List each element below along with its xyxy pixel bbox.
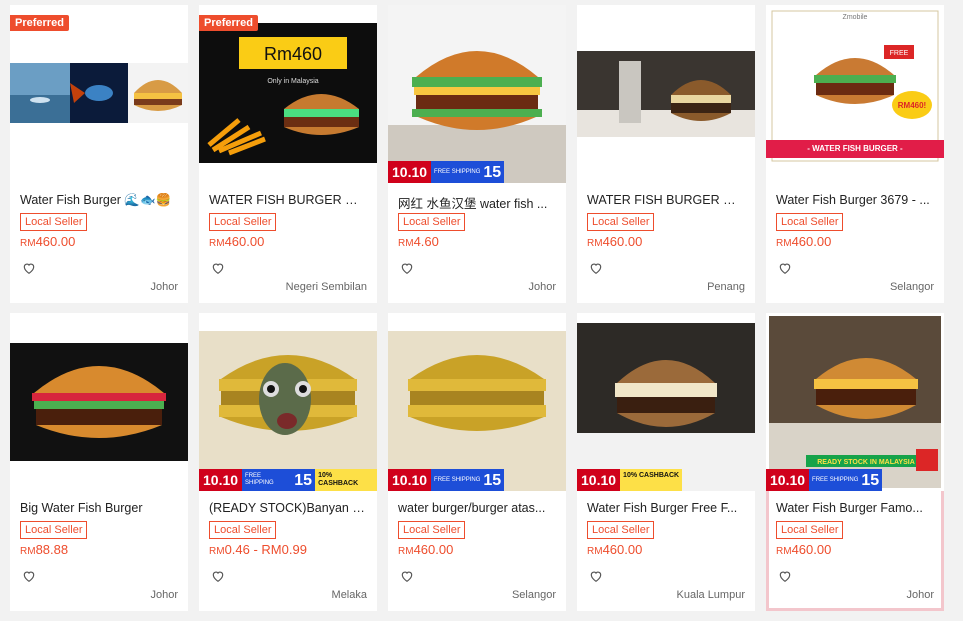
local-seller-tag: Local Seller	[398, 213, 466, 231]
product-card[interactable]: WATER FISH BURGER 💧 ... Local Seller RM4…	[577, 5, 755, 303]
svg-text:Only in Malaysia: Only in Malaysia	[267, 78, 318, 85]
product-name[interactable]: 网红 水鱼汉堡 water fish ...	[398, 193, 558, 212]
product-card[interactable]: Big Water Fish Burger Local Seller RM88.…	[10, 313, 188, 611]
heart-icon[interactable]	[400, 569, 414, 583]
local-seller-tag: Local Seller	[587, 521, 655, 539]
local-seller-tag: Local Seller	[587, 213, 655, 231]
product-card[interactable]: Zmobile FREE RM460! - WATER FISH BURGER …	[766, 5, 944, 303]
heart-icon[interactable]	[211, 569, 225, 583]
local-seller-tag: Local Seller	[398, 521, 466, 539]
product-card[interactable]: Rm460 Only in Malaysia Preferred WATER F…	[199, 5, 377, 303]
product-card[interactable]: Preferred Water Fish Burger 🌊🐟🍔 Local Se…	[10, 5, 188, 303]
product-location: Johor	[150, 281, 178, 293]
product-location: Melaka	[331, 589, 367, 601]
heart-icon[interactable]	[589, 261, 603, 275]
product-location: Penang	[707, 281, 745, 293]
svg-text:READY STOCK IN MALAYSIA: READY STOCK IN MALAYSIA	[817, 459, 915, 466]
product-image	[577, 313, 755, 491]
local-seller-tag: Local Seller	[209, 213, 277, 231]
product-name[interactable]: Big Water Fish Burger	[20, 501, 180, 515]
promo-banner: 10.10 FREE SHIPPING 15	[388, 469, 505, 491]
svg-text:RM460!: RM460!	[898, 101, 926, 110]
product-name[interactable]: Water Fish Burger Famo...	[776, 501, 936, 515]
local-seller-tag: Local Seller	[20, 521, 88, 539]
svg-text:Zmobile: Zmobile	[843, 14, 868, 21]
product-location: Johor	[906, 589, 934, 601]
promo-banner: 10.10 FREE SHIPPING 15 10% CASHBACK	[199, 469, 377, 491]
local-seller-tag: Local Seller	[20, 213, 88, 231]
product-price: RM460.00	[776, 542, 832, 557]
product-name[interactable]: Water Fish Burger 🌊🐟🍔	[20, 193, 180, 208]
preferred-badge: Preferred	[199, 15, 258, 31]
heart-icon[interactable]	[778, 261, 792, 275]
product-image: Rm460 Only in Malaysia	[199, 5, 377, 183]
product-card[interactable]: 10.10 FREE SHIPPING 15 water burger/burge…	[388, 313, 566, 611]
product-card[interactable]: READY STOCK IN MALAYSIA 10.10 FREE SHIPP…	[766, 313, 944, 611]
product-image	[199, 313, 377, 491]
heart-icon[interactable]	[400, 261, 414, 275]
product-card[interactable]: 10.10 FREE SHIPPING 15 网红 水鱼汉堡 water fish…	[388, 5, 566, 303]
product-name[interactable]: (READY STOCK)Banyan L...	[209, 501, 369, 515]
product-name[interactable]: WATER FISH BURGER 🍔 ...	[209, 193, 369, 208]
product-price: RM460.00	[209, 234, 265, 249]
product-price: RM460.00	[587, 234, 643, 249]
product-location: Selangor	[889, 281, 934, 293]
promo-banner: 10.10 10% CASHBACK	[577, 469, 683, 491]
heart-icon[interactable]	[778, 569, 792, 583]
product-card[interactable]: 10.10 10% CASHBACK Water Fish Burger Fre…	[577, 313, 755, 611]
local-seller-tag: Local Seller	[209, 521, 277, 539]
heart-icon[interactable]	[22, 261, 36, 275]
product-price: RM460.00	[398, 542, 454, 557]
product-image	[388, 313, 566, 491]
product-price: RM0.46 - RM0.99	[209, 542, 307, 557]
product-name[interactable]: Water Fish Burger 3679 - ...	[776, 193, 936, 207]
product-price: RM460.00	[587, 542, 643, 557]
product-image	[10, 313, 188, 491]
product-price: RM88.88	[20, 542, 69, 557]
product-price: RM4.60	[398, 234, 439, 249]
product-location: Negeri Sembilan	[285, 281, 367, 293]
product-name[interactable]: Water Fish Burger Free F...	[587, 501, 747, 515]
promo-banner: 10.10 FREE SHIPPING 15	[766, 469, 883, 491]
product-location: Kuala Lumpur	[676, 589, 746, 601]
product-price: RM460.00	[20, 234, 76, 249]
local-seller-tag: Local Seller	[776, 213, 844, 231]
image-price-text: Rm460	[264, 44, 322, 64]
svg-text:FREE: FREE	[890, 50, 909, 57]
image-title-band: - WATER FISH BURGER -	[766, 140, 944, 158]
product-location: Johor	[528, 281, 556, 293]
product-image	[577, 5, 755, 183]
heart-icon[interactable]	[589, 569, 603, 583]
product-image: READY STOCK IN MALAYSIA	[766, 313, 944, 491]
product-card[interactable]: 10.10 FREE SHIPPING 15 10% CASHBACK (READ…	[199, 313, 377, 611]
product-price: RM460.00	[776, 234, 832, 249]
product-location: Johor	[150, 589, 178, 601]
local-seller-tag: Local Seller	[776, 521, 844, 539]
promo-banner: 10.10 FREE SHIPPING 15	[388, 161, 505, 183]
product-name[interactable]: water burger/burger atas...	[398, 501, 558, 515]
product-image	[388, 5, 566, 183]
heart-icon[interactable]	[211, 261, 225, 275]
heart-icon[interactable]	[22, 569, 36, 583]
product-name[interactable]: WATER FISH BURGER 💧 ...	[587, 193, 747, 208]
preferred-badge: Preferred	[10, 15, 69, 31]
product-image	[10, 5, 188, 183]
product-location: Selangor	[511, 589, 556, 601]
